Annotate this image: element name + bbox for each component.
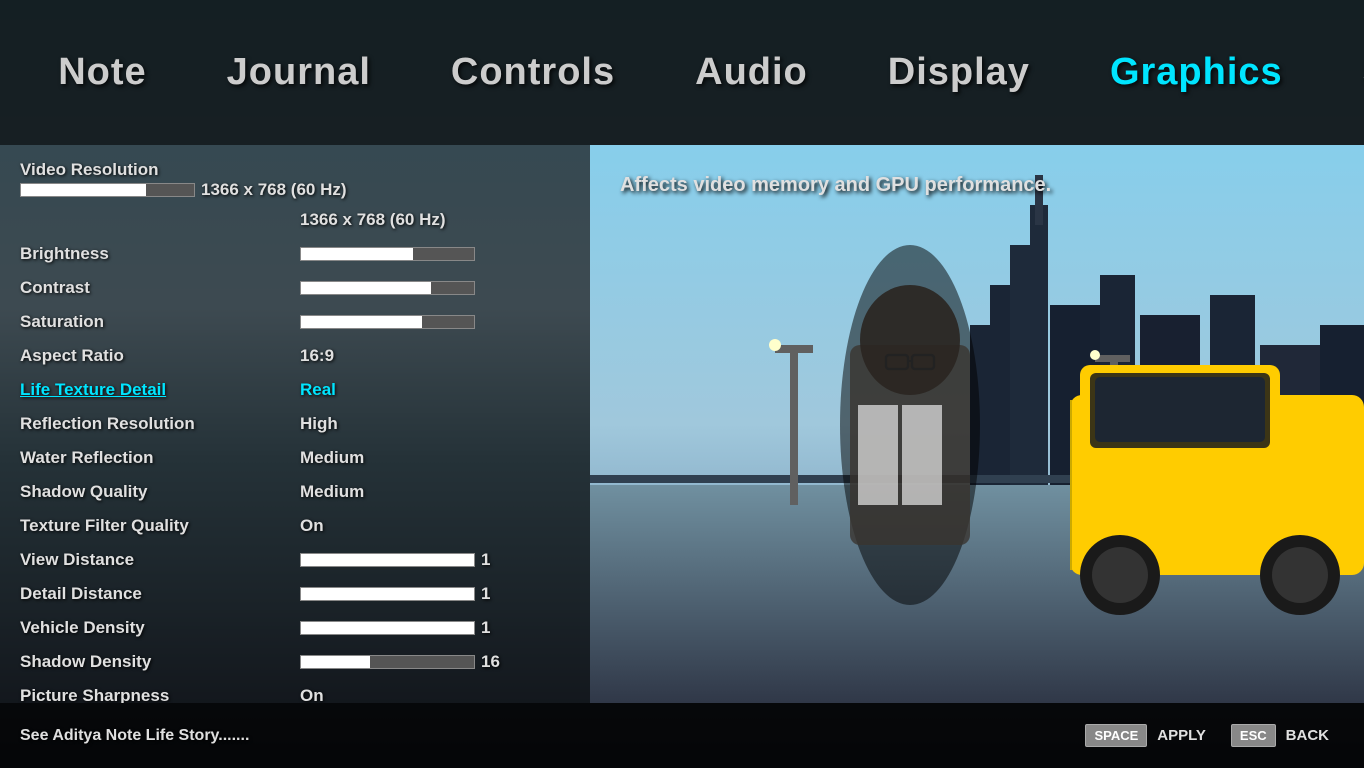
slider-fill bbox=[301, 622, 474, 634]
slider-fill bbox=[301, 554, 474, 566]
slider-container bbox=[300, 281, 475, 295]
setting-subrow: 1366 x 768 (60 Hz) bbox=[20, 206, 570, 234]
setting-value: Real bbox=[300, 380, 336, 400]
setting-value: 16 bbox=[481, 652, 500, 672]
nav-item-story[interactable]: Story bbox=[1323, 41, 1364, 104]
slider-fill bbox=[301, 656, 370, 668]
setting-row: Shadow Density 16 bbox=[20, 648, 570, 676]
setting-label[interactable]: Shadow Density bbox=[20, 652, 300, 672]
bottom-hint: See Aditya Note Life Story....... bbox=[20, 727, 249, 745]
setting-row: Reflection ResolutionHigh bbox=[20, 410, 570, 438]
setting-label[interactable]: Shadow Quality bbox=[20, 482, 300, 502]
slider-container bbox=[300, 247, 475, 261]
slider-bar[interactable] bbox=[300, 315, 475, 329]
setting-label[interactable]: Contrast bbox=[20, 278, 300, 298]
key-badge: ESC bbox=[1231, 724, 1276, 747]
slider-fill bbox=[301, 316, 422, 328]
setting-label[interactable]: Vehicle Density bbox=[20, 618, 300, 638]
setting-row: Saturation bbox=[20, 308, 570, 336]
setting-row: Shadow QualityMedium bbox=[20, 478, 570, 506]
setting-value: On bbox=[300, 516, 324, 536]
setting-label[interactable]: Life Texture Detail bbox=[20, 380, 300, 400]
setting-label[interactable]: Detail Distance bbox=[20, 584, 300, 604]
nav-item-display[interactable]: Display bbox=[848, 41, 1070, 104]
setting-value: Medium bbox=[300, 482, 364, 502]
slider-container: 1 bbox=[300, 618, 490, 638]
slider-bar[interactable] bbox=[300, 281, 475, 295]
setting-row: Brightness bbox=[20, 240, 570, 268]
setting-row: Detail Distance 1 bbox=[20, 580, 570, 608]
settings-panel: Video Resolution1366 x 768 (60 Hz)1366 x… bbox=[0, 145, 590, 703]
setting-row: Contrast bbox=[20, 274, 570, 302]
setting-label[interactable]: Reflection Resolution bbox=[20, 414, 300, 434]
setting-row: Life Texture DetailReal bbox=[20, 376, 570, 404]
setting-label[interactable]: Brightness bbox=[20, 244, 300, 264]
info-panel: Affects video memory and GPU performance… bbox=[600, 145, 1364, 225]
bottom-bar: See Aditya Note Life Story....... SPACE A… bbox=[0, 703, 1364, 768]
top-navigation: MapNoteJournalControlsAudioDisplayGraphi… bbox=[0, 0, 1364, 145]
slider-container: 16 bbox=[300, 652, 500, 672]
setting-row: Picture SharpnessOn bbox=[20, 682, 570, 703]
slider-bar[interactable] bbox=[300, 621, 475, 635]
setting-value: 1366 x 768 (60 Hz) bbox=[201, 180, 347, 200]
slider-bar[interactable] bbox=[300, 655, 475, 669]
slider-container: 1 bbox=[300, 584, 490, 604]
setting-value: On bbox=[300, 686, 324, 703]
setting-label[interactable]: Aspect Ratio bbox=[20, 346, 300, 366]
setting-row: Vehicle Density 1 bbox=[20, 614, 570, 642]
slider-fill bbox=[301, 282, 431, 294]
setting-label[interactable]: Water Reflection bbox=[20, 448, 300, 468]
nav-item-map[interactable]: Map bbox=[0, 41, 18, 104]
setting-label[interactable]: Video Resolution bbox=[20, 160, 300, 180]
nav-item-journal[interactable]: Journal bbox=[187, 41, 411, 104]
setting-value: 1 bbox=[481, 550, 490, 570]
slider-container bbox=[300, 315, 475, 329]
setting-value: 1 bbox=[481, 618, 490, 638]
setting-label[interactable]: View Distance bbox=[20, 550, 300, 570]
setting-value: High bbox=[300, 414, 338, 434]
setting-row: Aspect Ratio16:9 bbox=[20, 342, 570, 370]
nav-item-note[interactable]: Note bbox=[18, 41, 186, 104]
setting-row: View Distance 1 bbox=[20, 546, 570, 574]
slider-bar[interactable] bbox=[20, 183, 195, 197]
key-label: APPLY bbox=[1157, 727, 1206, 744]
setting-row: Water ReflectionMedium bbox=[20, 444, 570, 472]
setting-row: Texture Filter QualityOn bbox=[20, 512, 570, 540]
setting-value: 1 bbox=[481, 584, 490, 604]
slider-container: 1366 x 768 (60 Hz) bbox=[20, 180, 347, 200]
scene-overlay bbox=[590, 145, 1364, 703]
nav-item-controls[interactable]: Controls bbox=[411, 41, 655, 104]
setting-label[interactable]: Picture Sharpness bbox=[20, 686, 300, 703]
setting-label[interactable]: Saturation bbox=[20, 312, 300, 332]
key-label: BACK bbox=[1286, 727, 1329, 744]
slider-bar[interactable] bbox=[300, 553, 475, 567]
slider-bar[interactable] bbox=[300, 247, 475, 261]
key-badge: SPACE bbox=[1085, 724, 1147, 747]
nav-item-audio[interactable]: Audio bbox=[655, 41, 848, 104]
resolution-value: 1366 x 768 (60 Hz) bbox=[300, 210, 446, 230]
setting-value: Medium bbox=[300, 448, 364, 468]
setting-row: Video Resolution1366 x 768 (60 Hz) bbox=[20, 160, 570, 200]
bottom-controls: SPACE APPLY ESC BACK bbox=[1085, 724, 1344, 747]
slider-bar[interactable] bbox=[300, 587, 475, 601]
setting-value: 16:9 bbox=[300, 346, 334, 366]
setting-label[interactable]: Texture Filter Quality bbox=[20, 516, 300, 536]
slider-fill bbox=[21, 184, 146, 196]
nav-item-graphics[interactable]: Graphics bbox=[1070, 41, 1323, 104]
info-text: Affects video memory and GPU performance… bbox=[620, 174, 1051, 197]
slider-fill bbox=[301, 248, 413, 260]
slider-fill bbox=[301, 588, 474, 600]
nav-items-list: MapNoteJournalControlsAudioDisplayGraphi… bbox=[0, 41, 1364, 104]
slider-container: 1 bbox=[300, 550, 490, 570]
